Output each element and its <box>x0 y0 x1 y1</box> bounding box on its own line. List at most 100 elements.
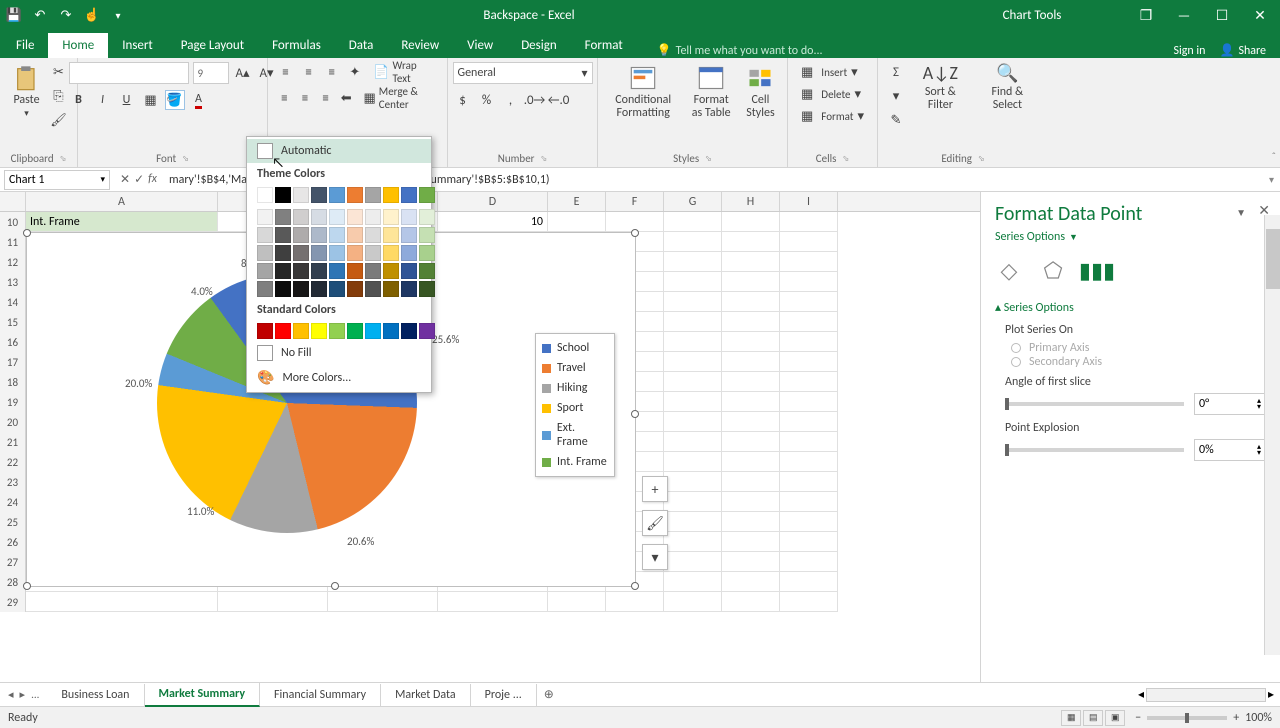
color-swatch[interactable] <box>419 187 435 203</box>
collapse-ribbon-icon[interactable]: ˆ <box>1272 150 1276 163</box>
color-swatch[interactable] <box>401 245 417 261</box>
color-swatch[interactable] <box>311 187 327 203</box>
sheet-nav-ellipsis[interactable]: ... <box>29 688 41 701</box>
color-swatch[interactable] <box>365 227 381 243</box>
color-swatch[interactable] <box>257 263 273 279</box>
row-header[interactable]: 23 <box>0 472 26 492</box>
name-box[interactable]: Chart 1 ▾ <box>4 170 110 190</box>
ribbon-options-icon[interactable]: ❐ <box>1132 5 1160 25</box>
color-swatch[interactable] <box>311 263 327 279</box>
chart-filters-button[interactable]: ▾ <box>642 544 668 570</box>
color-swatch[interactable] <box>329 187 345 203</box>
find-select-button[interactable]: 🔍 Find & Select <box>975 62 1040 114</box>
row-header[interactable]: 17 <box>0 352 26 372</box>
chart-elements-button[interactable]: + <box>642 476 668 502</box>
undo-icon[interactable]: ↶ <box>32 7 48 23</box>
increase-decimal-icon[interactable]: .0→ <box>525 90 545 110</box>
color-swatch[interactable] <box>365 187 381 203</box>
align-middle-icon[interactable]: ≡ <box>299 62 318 82</box>
italic-icon[interactable]: I <box>93 90 113 110</box>
zoom-slider[interactable] <box>1147 716 1227 720</box>
color-swatch[interactable] <box>347 227 363 243</box>
tab-review[interactable]: Review <box>387 33 453 58</box>
color-swatch[interactable] <box>275 263 291 279</box>
border-icon[interactable]: ▦ <box>141 90 161 110</box>
enter-formula-icon[interactable]: ✓ <box>134 172 144 187</box>
row-header[interactable]: 16 <box>0 332 26 352</box>
color-swatch[interactable] <box>329 227 345 243</box>
row-header[interactable]: 10 <box>0 212 26 232</box>
sheet-nav-next-icon[interactable]: ▸ <box>18 688 28 701</box>
tab-page-layout[interactable]: Page Layout <box>167 33 258 58</box>
color-swatch[interactable] <box>383 187 399 203</box>
color-swatch[interactable] <box>257 323 273 339</box>
wrap-text-button[interactable]: 📄Wrap Text <box>368 62 439 82</box>
color-swatch[interactable] <box>419 245 435 261</box>
expand-formula-bar-icon[interactable]: ▾ <box>1263 173 1280 186</box>
color-swatch[interactable] <box>257 281 273 297</box>
color-swatch[interactable] <box>311 323 327 339</box>
vertical-scrollbar[interactable] <box>1264 215 1280 655</box>
row-header[interactable]: 11 <box>0 232 26 252</box>
font-color-icon[interactable]: A <box>189 90 209 110</box>
format-painter-icon[interactable]: 🖌 <box>49 110 69 130</box>
color-swatch[interactable] <box>419 227 435 243</box>
color-swatch[interactable] <box>347 323 363 339</box>
autosum-icon[interactable]: Σ <box>886 62 906 82</box>
color-swatch[interactable] <box>401 323 417 339</box>
sheet-tab-market-data[interactable]: Market Data <box>381 684 471 706</box>
zoom-in-icon[interactable]: + <box>1233 711 1239 725</box>
color-swatch[interactable] <box>419 323 435 339</box>
minimize-button[interactable]: — <box>1170 5 1198 25</box>
color-swatch[interactable] <box>329 281 345 297</box>
customize-qat-icon[interactable]: ▾ <box>110 7 126 23</box>
color-swatch[interactable] <box>401 281 417 297</box>
color-swatch[interactable] <box>293 323 309 339</box>
color-swatch[interactable] <box>275 281 291 297</box>
decrease-decimal-icon[interactable]: ←.0 <box>549 90 569 110</box>
color-swatch[interactable] <box>383 209 399 225</box>
clear-icon[interactable]: ✎ <box>886 110 906 130</box>
color-swatch[interactable] <box>419 263 435 279</box>
new-sheet-button[interactable]: ⊕ <box>537 687 561 702</box>
format-as-table-button[interactable]: Format as Table <box>684 62 738 122</box>
color-swatch[interactable] <box>329 245 345 261</box>
row-header[interactable]: 28 <box>0 572 26 592</box>
indent-decrease-icon[interactable]: ⬅ <box>338 88 355 108</box>
angle-slider[interactable] <box>1005 402 1184 406</box>
color-swatch[interactable] <box>365 323 381 339</box>
color-swatch[interactable] <box>311 227 327 243</box>
cell-d10[interactable]: 10 <box>438 212 548 232</box>
color-swatch[interactable] <box>329 323 345 339</box>
tab-format[interactable]: Format <box>571 33 637 58</box>
copy-icon[interactable]: ⎘ <box>49 86 69 106</box>
align-center-icon[interactable]: ≡ <box>297 88 314 108</box>
hscroll-right-icon[interactable]: ▸ <box>1268 687 1274 702</box>
row-header[interactable]: 20 <box>0 412 26 432</box>
sheet-tab-market-summary[interactable]: Market Summary <box>145 683 261 707</box>
align-top-icon[interactable]: ≡ <box>276 62 295 82</box>
color-swatch[interactable] <box>293 227 309 243</box>
tab-formulas[interactable]: Formulas <box>258 33 335 58</box>
align-right-icon[interactable]: ≡ <box>317 88 334 108</box>
color-swatch[interactable] <box>311 245 327 261</box>
color-swatch[interactable] <box>401 227 417 243</box>
percent-icon[interactable]: % <box>477 90 497 110</box>
color-swatch[interactable] <box>401 209 417 225</box>
row-header[interactable]: 19 <box>0 392 26 412</box>
color-swatch[interactable] <box>347 245 363 261</box>
sheet-tab-financial-summary[interactable]: Financial Summary <box>260 684 381 706</box>
fill-line-tab-icon[interactable]: ◇ <box>995 256 1023 284</box>
align-bottom-icon[interactable]: ≡ <box>322 62 341 82</box>
angle-spinner[interactable]: 0°▴▾ <box>1194 393 1266 415</box>
row-header[interactable]: 24 <box>0 492 26 512</box>
bold-icon[interactable]: B <box>69 90 89 110</box>
cancel-formula-icon[interactable]: ✕ <box>120 172 130 187</box>
pane-subtitle[interactable]: Series Options ▼ <box>995 230 1266 244</box>
color-swatch[interactable] <box>293 245 309 261</box>
row-header[interactable]: 25 <box>0 512 26 532</box>
insert-function-icon[interactable]: fx <box>148 172 157 187</box>
color-swatch[interactable] <box>329 209 345 225</box>
row-header[interactable]: 13 <box>0 272 26 292</box>
color-swatch[interactable] <box>383 227 399 243</box>
